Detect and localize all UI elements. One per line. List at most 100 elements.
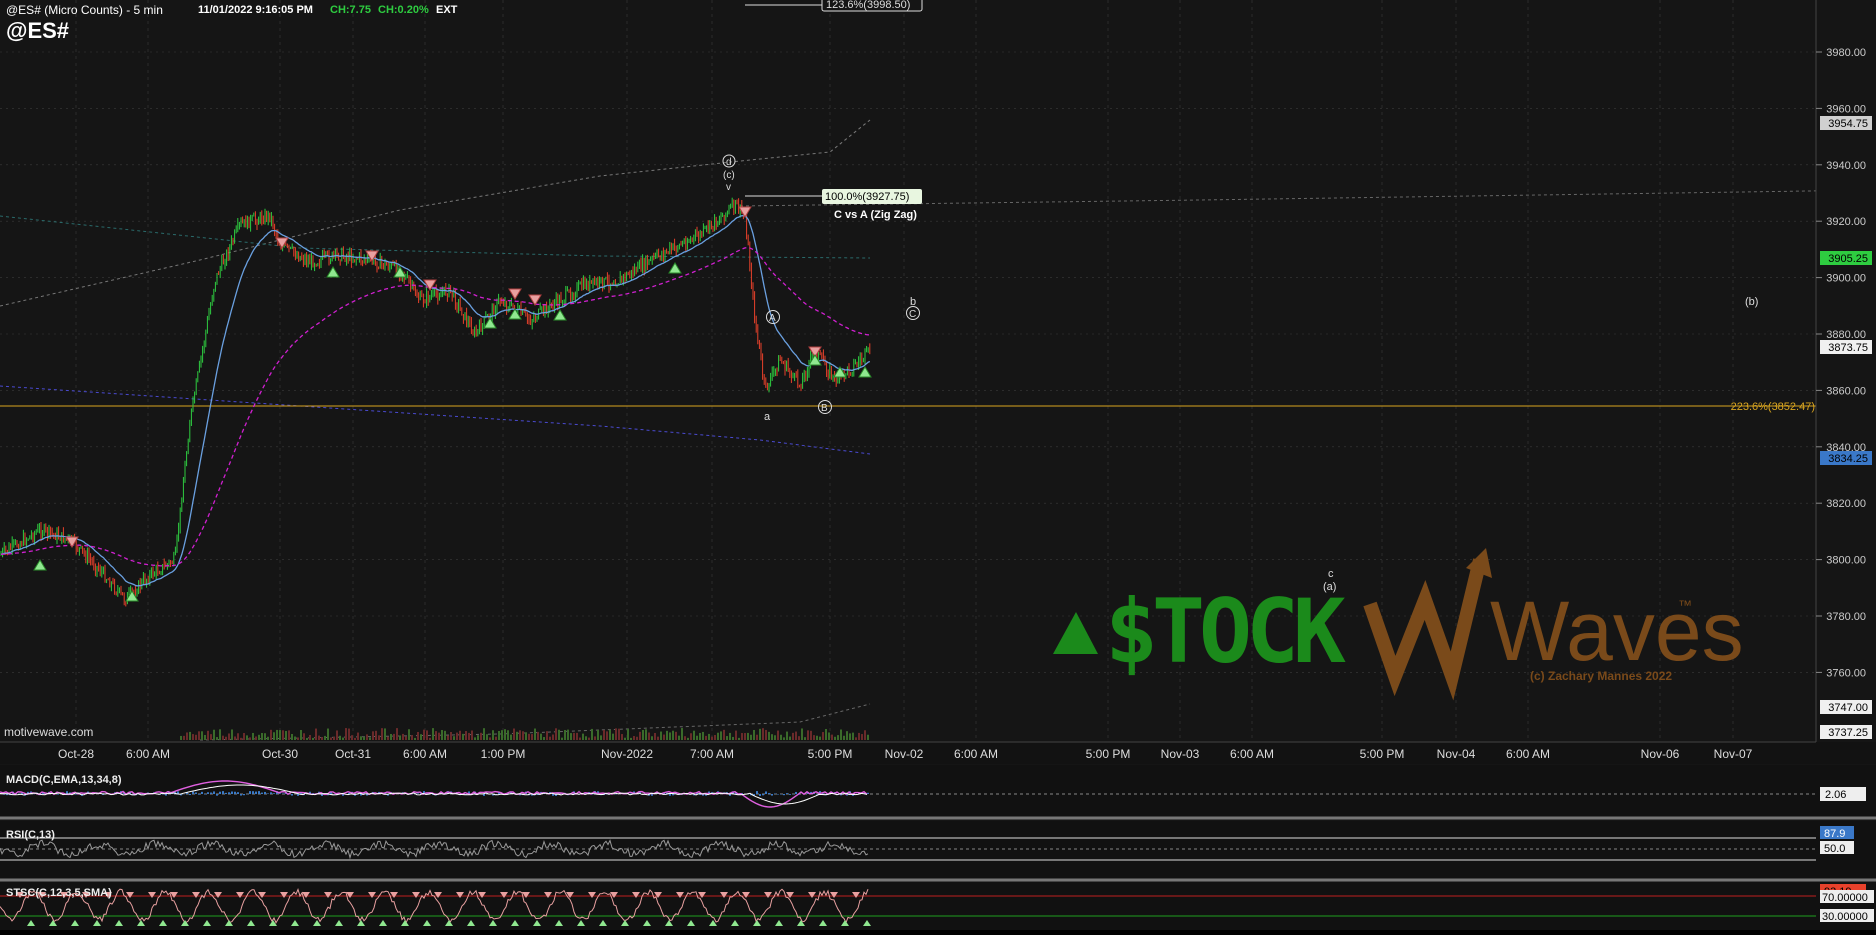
volume-bar: [657, 737, 659, 740]
volume-bar: [705, 736, 707, 740]
volume-bar: [633, 736, 635, 740]
volume-bar: [852, 733, 854, 740]
symbol-description: @ES# (Micro Counts) - 5 min: [6, 3, 163, 17]
volume-bar: [210, 734, 212, 740]
volume-bar: [342, 738, 344, 740]
price-tick-label: 3760.00: [1826, 667, 1866, 679]
volume-bar: [465, 731, 467, 740]
volume-bar: [279, 730, 281, 740]
macd-hist-bar: [216, 794, 218, 796]
volume-bar: [195, 735, 197, 740]
rsi-title: RSI(C,13): [6, 829, 55, 841]
time-axis-label: 6:00 AM: [954, 747, 998, 761]
volume-bar: [651, 736, 653, 740]
macd-hist-bar: [213, 791, 215, 794]
volume-bar: [597, 730, 599, 740]
volume-bar: [579, 738, 581, 740]
header-change-pct: CH:0.20%: [378, 4, 429, 16]
volume-bar: [714, 735, 716, 740]
wave-b-paren-label: (b): [1745, 296, 1758, 308]
volume-bar: [510, 735, 512, 740]
macd-hist-bar: [204, 794, 206, 795]
macd-hist-bar: [762, 794, 764, 795]
volume-bar: [756, 735, 758, 740]
volume-bar: [363, 737, 365, 740]
volume-bar: [219, 729, 221, 740]
volume-bar: [516, 732, 518, 740]
macd-pane[interactable]: MACD(C,EMA,13,34,8) 2.06: [0, 765, 1876, 819]
volume-bar: [693, 731, 695, 740]
buy-marker: [34, 560, 46, 570]
volume-bar: [411, 735, 413, 740]
macd-hist-bar: [57, 794, 59, 795]
volume-bar: [366, 734, 368, 740]
volume-bar: [672, 731, 674, 740]
volume-bar: [771, 734, 773, 740]
fib-labels: 123.6%(3998.50) 100.0%(3927.75) C vs A (…: [822, 0, 1815, 413]
volume-bar: [396, 728, 398, 740]
mid-channel-line: [0, 216, 870, 258]
volume-bar: [480, 733, 482, 740]
volume-bar: [498, 731, 500, 740]
volume-bar: [819, 737, 821, 740]
volume-bar: [270, 730, 272, 740]
volume-bar: [678, 736, 680, 740]
macd-hist-bar: [225, 793, 227, 794]
volume-bar: [528, 734, 530, 740]
volume-bar: [627, 729, 629, 740]
stoch-pane[interactable]: STSC(C,12,3,5,SMA) 93.19 70.00000 30.000…: [0, 882, 1876, 930]
volume-bar: [801, 728, 803, 740]
volume-bar: [393, 734, 395, 740]
lower-channel-line: [0, 386, 870, 454]
volume-bar: [861, 734, 863, 740]
volume-bar: [453, 736, 455, 740]
volume-bar: [549, 737, 551, 740]
macd-value: 2.06: [1825, 789, 1846, 801]
volume-bar: [534, 729, 536, 740]
price-tick-label: 3900.00: [1826, 273, 1866, 285]
wave-c-lower-label: c: [1328, 568, 1334, 580]
volume-bar: [555, 728, 557, 740]
time-axis-label: Nov-2022: [601, 747, 653, 761]
price-axis[interactable]: 3980.003960.003940.003920.003900.003880.…: [1816, 0, 1866, 742]
volume-bar: [204, 735, 206, 740]
volume-bar: [201, 731, 203, 740]
macd-hist-bar: [669, 794, 671, 796]
volume-bar: [477, 735, 479, 740]
volume-bar: [399, 735, 401, 740]
symbol-title: @ES#: [6, 18, 69, 43]
rsi-pane[interactable]: RSI(C,13) 87.9 50.0: [0, 821, 1876, 880]
upper-channel-line: [0, 120, 870, 306]
logo-copyright-text: (c) Zachary Mannes 2022: [1530, 669, 1672, 683]
volume-bar: [288, 730, 290, 740]
volume-bar: [360, 736, 362, 740]
volume-bar: [237, 733, 239, 740]
volume-bar: [795, 732, 797, 740]
time-axis-label: Nov-04: [1437, 747, 1476, 761]
price-tags: 3954.753905.253873.753834.253747.003737.…: [1820, 116, 1872, 739]
volume-bar: [243, 733, 245, 740]
price-tick-label: 3800.00: [1826, 555, 1866, 567]
macd-hist-bar: [258, 791, 260, 794]
volume-bar: [249, 737, 251, 740]
macd-hist-bar: [267, 793, 269, 794]
macd-hist-bar: [795, 792, 797, 794]
volume-bar: [834, 737, 836, 740]
volume-bar: [513, 729, 515, 740]
volume-bar: [426, 730, 428, 740]
wave-c-paren-label: (c): [723, 170, 735, 181]
volume-bar: [318, 736, 320, 740]
volume-bar: [768, 732, 770, 740]
macd-hist-bar: [771, 794, 773, 796]
volume-bar: [354, 738, 356, 740]
volume-bar: [321, 737, 323, 740]
volume-bar: [297, 737, 299, 740]
main-chart-svg[interactable]: $TOCK Waves ™ (c) Zachary Mannes 2022 d …: [0, 0, 1876, 930]
volume-bar: [228, 733, 230, 740]
volume-bar: [351, 735, 353, 740]
volume-bar: [246, 735, 248, 740]
volume-bar: [486, 734, 488, 740]
logo-trademark-text: ™: [1678, 597, 1692, 613]
volume-bar: [381, 728, 383, 740]
stockwaves-watermark: $TOCK Waves ™ (c) Zachary Mannes 2022: [1053, 548, 1744, 683]
